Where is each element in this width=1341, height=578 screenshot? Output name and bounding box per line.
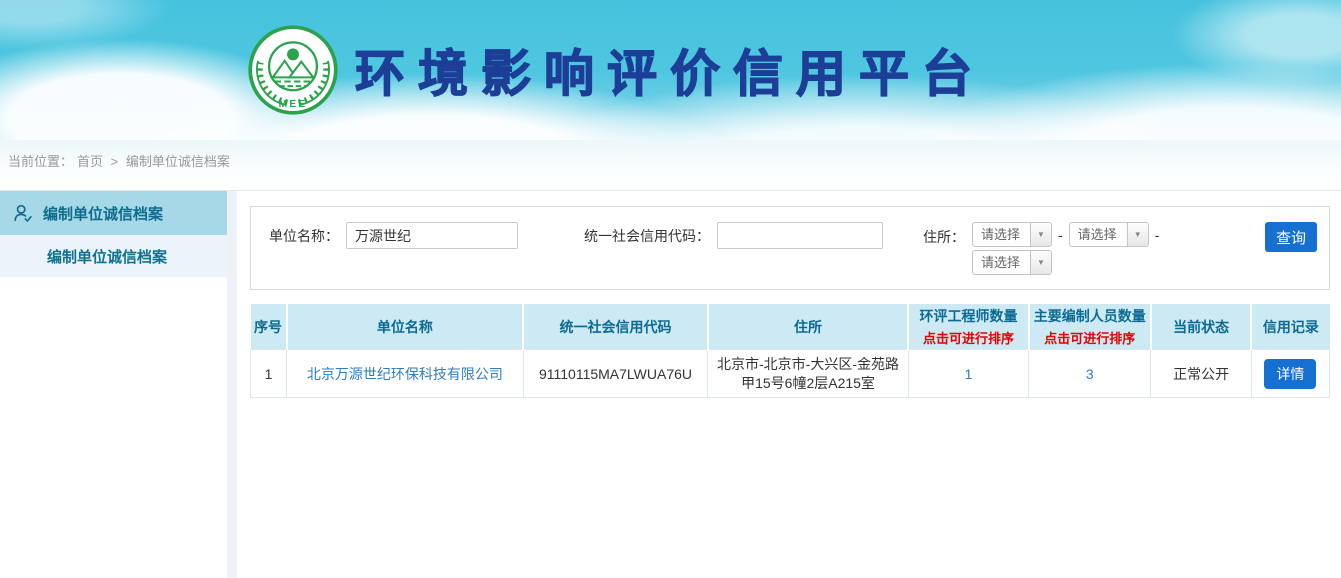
company-name-label: 单位名称： — [269, 226, 339, 246]
address-label: 住所： — [923, 222, 965, 247]
detail-button[interactable]: 详情 — [1264, 359, 1316, 389]
col-status: 当前状态 — [1151, 304, 1251, 350]
sidebar-item-group[interactable]: 编制单位诚信档案 — [0, 191, 227, 235]
engineer-count-link[interactable]: 1 — [965, 366, 973, 382]
col-index: 序号 — [251, 304, 287, 350]
credit-code-input[interactable] — [717, 222, 883, 249]
main-area: 编制单位诚信档案 编制单位诚信档案 单位名称： 统一社会信用代码： — [0, 190, 1341, 578]
address-province-value: 请选择 — [973, 223, 1030, 246]
cell-index: 1 — [251, 350, 287, 398]
staff-sort-hint[interactable]: 点击可进行排序 — [1032, 328, 1148, 347]
address-district-select[interactable]: 请选择 ▼ — [972, 250, 1052, 275]
chevron-down-icon[interactable]: ▼ — [1030, 223, 1051, 246]
breadcrumb-current: 编制单位诚信档案 — [126, 154, 230, 169]
sidebar: 编制单位诚信档案 编制单位诚信档案 — [0, 191, 227, 578]
search-panel: 单位名称： 统一社会信用代码： 住所： 请选择 ▼ — [250, 206, 1330, 290]
company-link[interactable]: 北京万源世纪环保科技有限公司 — [307, 366, 503, 382]
col-credit-record: 信用记录 — [1251, 304, 1329, 350]
credit-code-field: 统一社会信用代码： — [584, 222, 883, 249]
page: MEE 环境影响评价信用平台 当前位置： 首页 > 编制单位诚信档案 编制单位诚信… — [0, 0, 1341, 578]
sidebar-divider — [227, 191, 237, 578]
staff-count-link[interactable]: 3 — [1086, 366, 1094, 382]
result-table: 序号 单位名称 统一社会信用代码 住所 环评工程师数量 点击可进行排序 主要编制… — [250, 304, 1330, 398]
site-title: 环境影响评价信用平台 — [355, 34, 985, 106]
address-dash-2: - — [1155, 227, 1160, 243]
breadcrumb-home-link[interactable]: 首页 — [77, 154, 103, 169]
chevron-down-icon[interactable]: ▼ — [1127, 223, 1148, 246]
breadcrumb: 当前位置： 首页 > 编制单位诚信档案 — [0, 140, 1341, 190]
breadcrumb-prefix: 当前位置： — [8, 154, 73, 169]
col-address: 住所 — [708, 304, 909, 350]
cell-credit-code: 91110115MA7LWUA76U — [523, 350, 708, 398]
address-district-value: 请选择 — [973, 251, 1030, 274]
query-button[interactable]: 查询 — [1265, 222, 1317, 252]
col-engineer-count[interactable]: 环评工程师数量 点击可进行排序 — [908, 304, 1028, 350]
sidebar-sub-label: 编制单位诚信档案 — [47, 246, 167, 267]
company-name-input[interactable] — [346, 222, 518, 249]
company-name-field: 单位名称： — [269, 222, 518, 249]
address-city-select[interactable]: 请选择 ▼ — [1069, 222, 1149, 247]
engineer-sort-hint[interactable]: 点击可进行排序 — [911, 328, 1025, 347]
mee-logo-icon: MEE — [247, 24, 339, 116]
col-engineer-count-label: 环评工程师数量 — [911, 306, 1025, 326]
content: 单位名称： 统一社会信用代码： 住所： 请选择 ▼ — [237, 191, 1341, 578]
credit-code-label: 统一社会信用代码： — [584, 226, 710, 246]
table-header-row: 序号 单位名称 统一社会信用代码 住所 环评工程师数量 点击可进行排序 主要编制… — [251, 304, 1330, 350]
cell-address: 北京市-北京市-大兴区-金苑路甲15号6幢2层A215室 — [708, 350, 909, 398]
chevron-down-icon[interactable]: ▼ — [1030, 251, 1051, 274]
col-staff-count-label: 主要编制人员数量 — [1032, 306, 1148, 326]
address-province-select[interactable]: 请选择 ▼ — [972, 222, 1052, 247]
breadcrumb-separator: > — [111, 154, 119, 169]
table-row: 1 北京万源世纪环保科技有限公司 91110115MA7LWUA76U 北京市-… — [251, 350, 1330, 398]
logo-text: MEE — [279, 99, 308, 110]
address-city-value: 请选择 — [1070, 223, 1127, 246]
col-company: 单位名称 — [287, 304, 524, 350]
col-staff-count[interactable]: 主要编制人员数量 点击可进行排序 — [1029, 304, 1151, 350]
site-header: MEE 环境影响评价信用平台 — [0, 0, 1341, 140]
user-check-icon — [12, 202, 34, 224]
sidebar-group-label: 编制单位诚信档案 — [43, 203, 163, 224]
address-dash-1: - — [1058, 227, 1063, 243]
col-credit-code: 统一社会信用代码 — [523, 304, 708, 350]
sidebar-item-archive[interactable]: 编制单位诚信档案 — [0, 235, 227, 277]
cell-status: 正常公开 — [1151, 350, 1251, 398]
address-field: 住所： 请选择 ▼ - 请选择 ▼ - — [923, 222, 1165, 275]
